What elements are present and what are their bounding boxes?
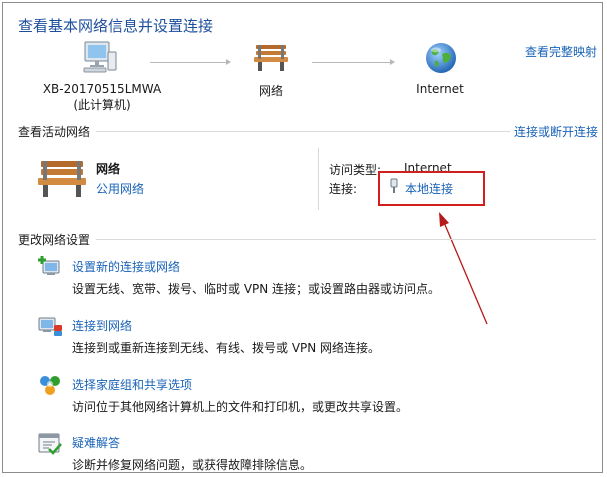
- map-connector-1: [150, 59, 231, 65]
- computer-sub: (此计算机): [73, 98, 131, 112]
- see-full-map-link[interactable]: 查看完整映射: [525, 43, 597, 60]
- active-networks-heading: 查看活动网络: [18, 125, 91, 139]
- connect-network-icon: [37, 314, 63, 338]
- task-homegroup-link[interactable]: 选择家庭组和共享选项: [72, 376, 192, 393]
- connect-disconnect-link[interactable]: 连接或断开连接: [514, 123, 598, 140]
- task-troubleshoot-link[interactable]: 疑难解答: [72, 434, 120, 451]
- computer-name: XB-20170515LMWA: [42, 82, 162, 96]
- page-title: 查看基本网络信息并设置连接: [18, 17, 214, 35]
- active-network-name: 网络: [96, 162, 121, 176]
- computer-icon: [82, 40, 118, 74]
- new-connection-icon: [37, 255, 63, 279]
- active-network-divider: [318, 148, 319, 210]
- homegroup-icon: [37, 373, 63, 397]
- task-new-connection-link[interactable]: 设置新的连接或网络: [72, 258, 180, 275]
- task-connect-network-desc: 连接到或重新连接到无线、有线、拨号或 VPN 网络连接。: [72, 341, 381, 355]
- highlight-box: [378, 171, 485, 206]
- connections-label: 连接:: [329, 182, 358, 196]
- bench-icon: [253, 42, 289, 72]
- task-connect-network-link[interactable]: 连接到网络: [72, 317, 132, 334]
- task-homegroup-desc: 访问位于其他网络计算机上的文件和打印机，或更改共享设置。: [72, 400, 409, 414]
- network-node-label: 网络: [258, 84, 283, 98]
- active-network-bench-icon: [36, 158, 88, 198]
- change-settings-heading: 更改网络设置: [18, 233, 91, 247]
- troubleshoot-icon: [37, 432, 63, 456]
- task-troubleshoot-desc: 诊断并修复网络问题，或获得故障排除信息。: [72, 458, 313, 472]
- access-type-label: 访问类型:: [329, 163, 382, 177]
- active-networks-rule: [96, 131, 510, 132]
- network-type-link[interactable]: 公用网络: [96, 180, 144, 197]
- map-connector-2: [312, 59, 395, 65]
- task-new-connection-desc: 设置无线、宽带、拨号、临时或 VPN 连接；或设置路由器或访问点。: [72, 282, 441, 296]
- globe-icon: [424, 41, 458, 75]
- annotation-arrow: [439, 212, 488, 325]
- change-settings-rule: [96, 239, 596, 240]
- internet-node-label: Internet: [416, 82, 464, 96]
